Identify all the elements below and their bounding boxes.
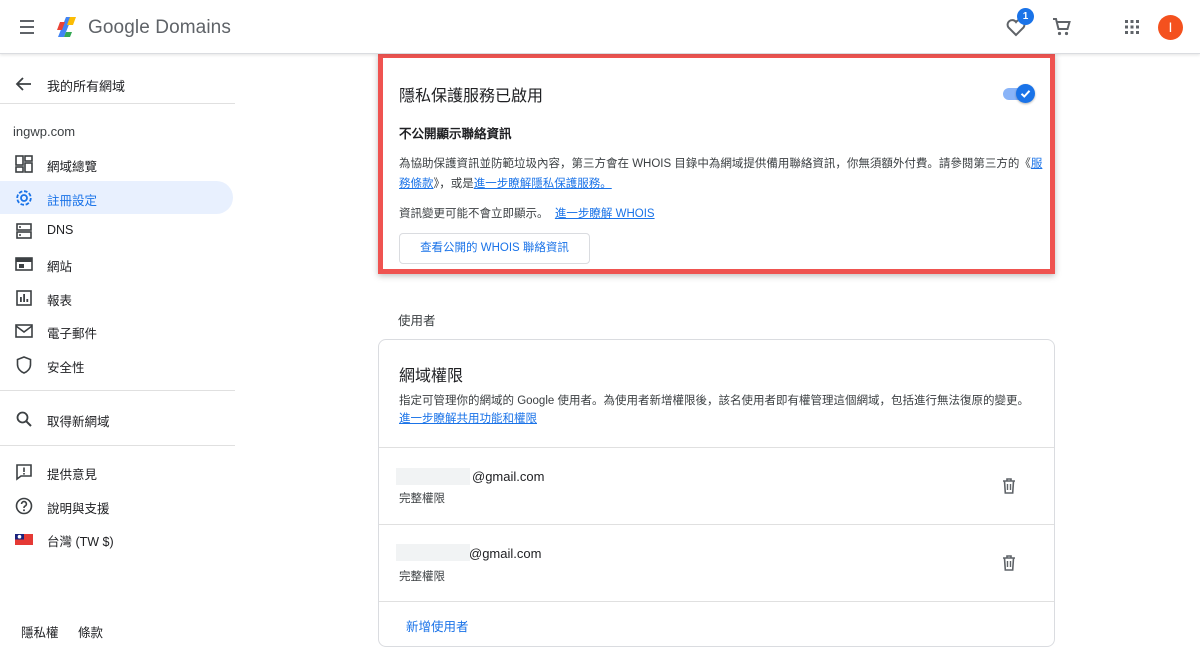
shopping-cart-icon[interactable] [1050, 15, 1074, 39]
learn-sharing-link[interactable]: 進一步瞭解共用功能和權限 [399, 413, 537, 425]
terms-link[interactable]: 條款 [78, 626, 103, 640]
toggle-knob [1016, 84, 1035, 103]
sidebar-item-email[interactable]: 電子郵件 [0, 314, 235, 347]
sidebar-item-region[interactable]: 台灣 (TW $) [0, 522, 235, 555]
user-email: @gmail.com [472, 469, 545, 484]
website-icon [15, 257, 33, 271]
user-row: @gmail.com 完整權限 [379, 525, 1054, 601]
arrow-back-icon [15, 77, 31, 91]
redacted-email-username [396, 544, 470, 561]
user-role: 完整權限 [399, 571, 445, 583]
sidebar-item-dns[interactable]: DNS [0, 214, 235, 247]
sidebar-item-label: DNS [47, 223, 74, 237]
dns-icon [16, 223, 32, 239]
sidebar-item-label: 報表 [47, 294, 73, 308]
divider [0, 390, 235, 391]
back-label: 我的所有網域 [47, 79, 126, 94]
back-to-all-domains[interactable]: 我的所有網域 [0, 62, 235, 106]
sidebar-item-label: 取得新網域 [47, 415, 110, 429]
top-app-bar: Google Domains 1 I [0, 0, 1200, 54]
privacy-toggle[interactable] [1003, 84, 1035, 103]
sidebar-item-label: 台灣 (TW $) [47, 535, 114, 549]
sidebar-item-reports[interactable]: 報表 [0, 281, 235, 314]
learn-privacy-link[interactable]: 進一步瞭解隱私保護服務。 [474, 178, 612, 190]
delete-trash-icon[interactable] [999, 476, 1019, 496]
brand-name: Google Domains [88, 17, 231, 38]
privacy-desc-text: 》，或是 [433, 178, 474, 190]
footer-links: 隱私權 條款 [21, 622, 119, 641]
hamburger-menu-icon[interactable] [16, 15, 40, 39]
divider [0, 445, 235, 446]
sidebar-item-registration-settings[interactable]: 註冊設定 [0, 181, 233, 214]
delete-trash-icon[interactable] [999, 553, 1019, 573]
help-icon [15, 497, 33, 515]
privacy-subtitle: 不公開顯示聯絡資訊 [399, 127, 512, 141]
gear-icon [16, 190, 32, 206]
mail-icon [15, 324, 33, 338]
domain-permissions-card: 網域權限 指定可管理你的網域的 Google 使用者。為使用者新增權限後，該名使… [378, 339, 1055, 647]
user-row: @gmail.com 完整權限 [379, 448, 1054, 524]
users-section-label: 使用者 [398, 314, 436, 328]
add-user-button[interactable]: 新增使用者 [406, 616, 469, 635]
view-whois-button[interactable]: 查看公開的 WHOIS 聯絡資訊 [399, 233, 590, 264]
sidebar-item-security[interactable]: 安全性 [0, 348, 235, 381]
sidebar-item-feedback[interactable]: 提供意見 [0, 455, 235, 488]
sidebar-item-help[interactable]: 說明與支援 [0, 489, 235, 522]
user-role: 完整權限 [399, 493, 445, 505]
dashboard-icon [15, 155, 33, 173]
sidebar-item-label: 網域總覽 [47, 160, 98, 174]
sidebar-item-label: 網站 [47, 260, 73, 274]
sidebar-item-website[interactable]: 網站 [0, 247, 235, 280]
privacy-note-text: 資訊變更可能不會立即顯示。 [399, 208, 549, 220]
privacy-link[interactable]: 隱私權 [21, 626, 59, 640]
taiwan-flag-icon [15, 534, 33, 545]
sidebar-item-overview[interactable]: 網域總覽 [0, 147, 235, 180]
divider [0, 103, 235, 104]
sidebar-item-label: 註冊設定 [47, 194, 98, 208]
sidebar: 我的所有網域 ingwp.com 網域總覽 註冊設定 DNS 網站 報表 電子郵… [0, 54, 235, 658]
apps-grid-icon[interactable] [1120, 15, 1144, 39]
divider [379, 601, 1054, 602]
privacy-protection-card: 隱私保護服務已啟用 不公開顯示聯絡資訊 為協助保護資訊並防範垃圾內容，第三方會在… [378, 53, 1055, 274]
check-icon [1020, 90, 1031, 98]
bar-chart-icon [16, 290, 32, 306]
learn-whois-link[interactable]: 進一步瞭解 WHOIS [555, 208, 655, 220]
permissions-desc-text: 指定可管理你的網域的 Google 使用者。為使用者新增權限後，該名使用者即有權… [399, 395, 1029, 407]
user-email: @gmail.com [469, 546, 542, 561]
domain-name: ingwp.com [13, 124, 76, 139]
sidebar-item-label: 說明與支援 [47, 502, 110, 516]
sidebar-item-label: 安全性 [47, 361, 85, 375]
feedback-icon [16, 464, 32, 481]
shield-icon [16, 356, 32, 374]
privacy-title: 隱私保護服務已啟用 [399, 88, 544, 105]
privacy-note: 資訊變更可能不會立即顯示。 進一步瞭解 WHOIS [399, 205, 655, 221]
google-domains-logo [57, 17, 76, 37]
account-avatar[interactable]: I [1158, 15, 1183, 40]
redacted-email-username [396, 468, 470, 485]
permissions-description: 指定可管理你的網域的 Google 使用者。為使用者新增權限後，該名使用者即有權… [399, 392, 1039, 428]
favorites-count-badge: 1 [1017, 8, 1034, 25]
search-icon [16, 411, 32, 427]
permissions-title: 網域權限 [399, 368, 464, 385]
privacy-desc-text: 為協助保護資訊並防範垃圾內容，第三方會在 WHOIS 目錄中為網域提供備用聯絡資… [399, 158, 1031, 170]
sidebar-item-label: 電子郵件 [47, 327, 98, 341]
privacy-description: 為協助保護資訊並防範垃圾內容，第三方會在 WHOIS 目錄中為網域提供備用聯絡資… [399, 154, 1044, 194]
sidebar-item-label: 提供意見 [47, 468, 98, 482]
sidebar-item-get-new-domain[interactable]: 取得新網域 [0, 402, 235, 435]
